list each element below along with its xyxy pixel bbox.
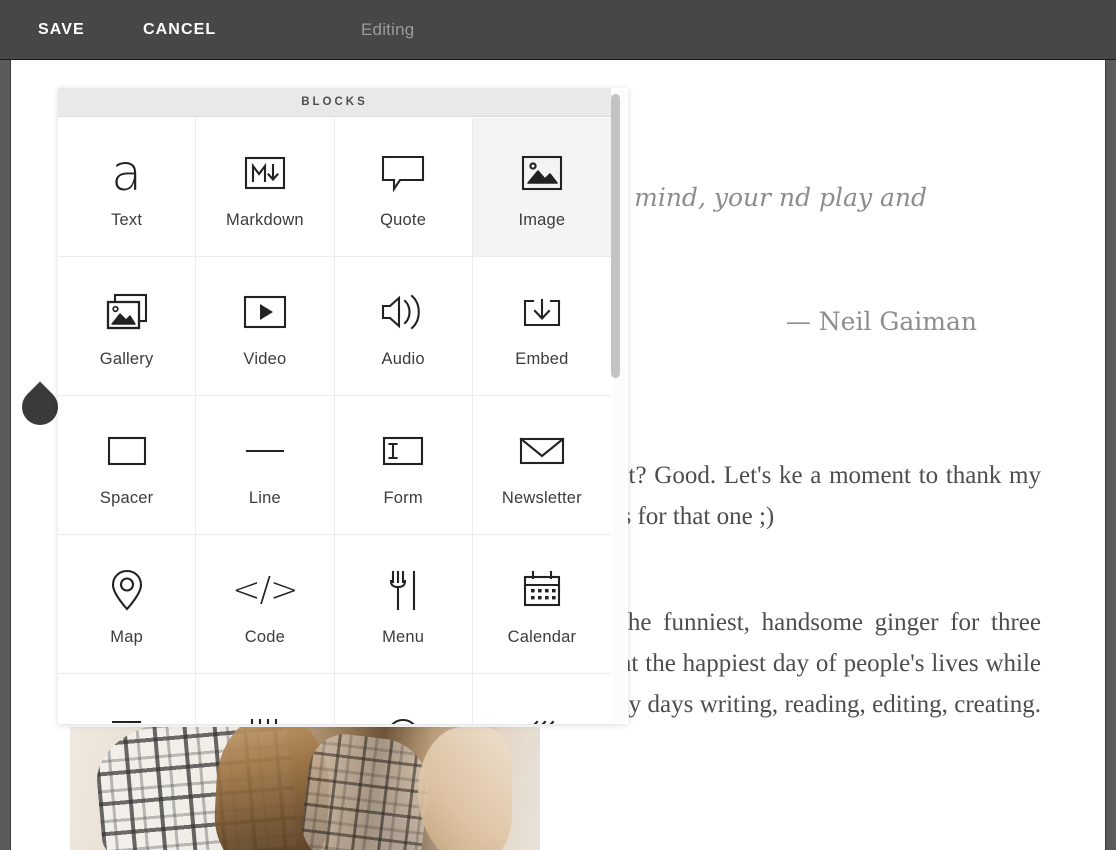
block-cell-text[interactable]: a Text	[58, 118, 197, 257]
block-label: Video	[243, 349, 287, 368]
block-label: Form	[383, 488, 423, 507]
partial-row-icon-3	[375, 710, 431, 724]
editor-screen: SAVE CANCEL Editing s is you. Your voice…	[0, 0, 1116, 850]
block-label: Map	[110, 627, 143, 646]
panel-scrollbar-thumb[interactable]	[611, 94, 620, 378]
blocks-panel: BLOCKS a Text Markdown Quote Image Gallery Vid…	[58, 88, 628, 724]
embed-download-icon	[514, 284, 570, 340]
block-cell-partial-16[interactable]	[58, 674, 197, 724]
angle-brackets-icon: </>	[232, 569, 298, 610]
envelope-icon	[514, 423, 570, 479]
block-cell-map[interactable]: Map	[58, 535, 197, 674]
block-cell-gallery[interactable]: Gallery	[58, 257, 197, 396]
block-label: Newsletter	[501, 488, 582, 507]
block-label: Markdown	[226, 210, 304, 229]
right-edge-strip	[1105, 60, 1116, 850]
map-pin-icon	[99, 562, 155, 618]
blocks-grid: a Text Markdown Quote Image Gallery Video Audio…	[58, 118, 611, 724]
blocks-scroll-area[interactable]: a Text Markdown Quote Image Gallery Video Audio…	[58, 118, 611, 724]
photo-arm	[417, 727, 512, 850]
block-cell-audio[interactable]: Audio	[334, 257, 473, 396]
partial-row-icon-1	[99, 710, 155, 724]
rectangle-icon	[99, 423, 155, 479]
block-label: Audio	[381, 349, 425, 368]
block-cell-code[interactable]: </> Code	[196, 535, 335, 674]
block-cell-line[interactable]: Line	[196, 396, 335, 535]
block-label: Spacer	[99, 488, 154, 507]
block-cell-menu[interactable]: Menu	[334, 535, 473, 674]
block-label: Gallery	[99, 349, 154, 368]
block-cell-video[interactable]: Video	[196, 257, 335, 396]
block-cell-embed[interactable]: Embed	[472, 257, 611, 396]
block-label: Quote	[380, 210, 427, 229]
editing-status-label: Editing	[361, 20, 415, 39]
speaker-icon	[375, 284, 431, 340]
post-photo[interactable]	[70, 727, 540, 850]
markdown-icon	[237, 145, 293, 201]
block-label: Line	[248, 488, 281, 507]
horizontal-line-icon	[237, 423, 293, 479]
image-icon	[514, 145, 570, 201]
video-play-icon	[237, 284, 293, 340]
block-cell-image[interactable]: Image	[472, 118, 611, 257]
speech-bubble-icon	[375, 145, 431, 201]
calendar-icon	[514, 562, 570, 618]
block-cell-calendar[interactable]: Calendar	[472, 535, 611, 674]
blocks-panel-title: BLOCKS	[58, 88, 611, 117]
block-label: Calendar	[507, 627, 577, 646]
block-label: Code	[244, 627, 285, 646]
block-cell-form[interactable]: Form	[334, 396, 473, 535]
editor-toolbar: SAVE CANCEL Editing	[0, 0, 1116, 60]
partial-row-icon-4	[514, 710, 570, 724]
block-cell-quote[interactable]: Quote	[334, 118, 473, 257]
block-label: Embed	[515, 349, 569, 368]
block-cell-partial-17[interactable]	[196, 674, 335, 724]
gallery-icon	[99, 284, 155, 340]
left-edge-strip	[0, 60, 11, 850]
block-cell-partial-19[interactable]	[472, 674, 611, 724]
block-label: Image	[518, 210, 566, 229]
form-text-cursor-icon	[375, 423, 431, 479]
block-label: Menu	[382, 627, 425, 646]
block-cell-markdown[interactable]: Markdown	[196, 118, 335, 257]
cancel-button[interactable]: CANCEL	[143, 0, 216, 60]
block-cell-partial-18[interactable]	[334, 674, 473, 724]
fork-knife-icon	[375, 562, 431, 618]
save-button[interactable]: SAVE	[38, 0, 85, 60]
partial-row-icon-2	[237, 710, 293, 724]
panel-scrollbar-track[interactable]	[611, 90, 625, 722]
block-cell-spacer[interactable]: Spacer	[58, 396, 197, 535]
lowercase-a-icon: a	[111, 143, 142, 202]
block-cell-newsletter[interactable]: Newsletter	[472, 396, 611, 535]
block-label: Text	[111, 210, 143, 229]
